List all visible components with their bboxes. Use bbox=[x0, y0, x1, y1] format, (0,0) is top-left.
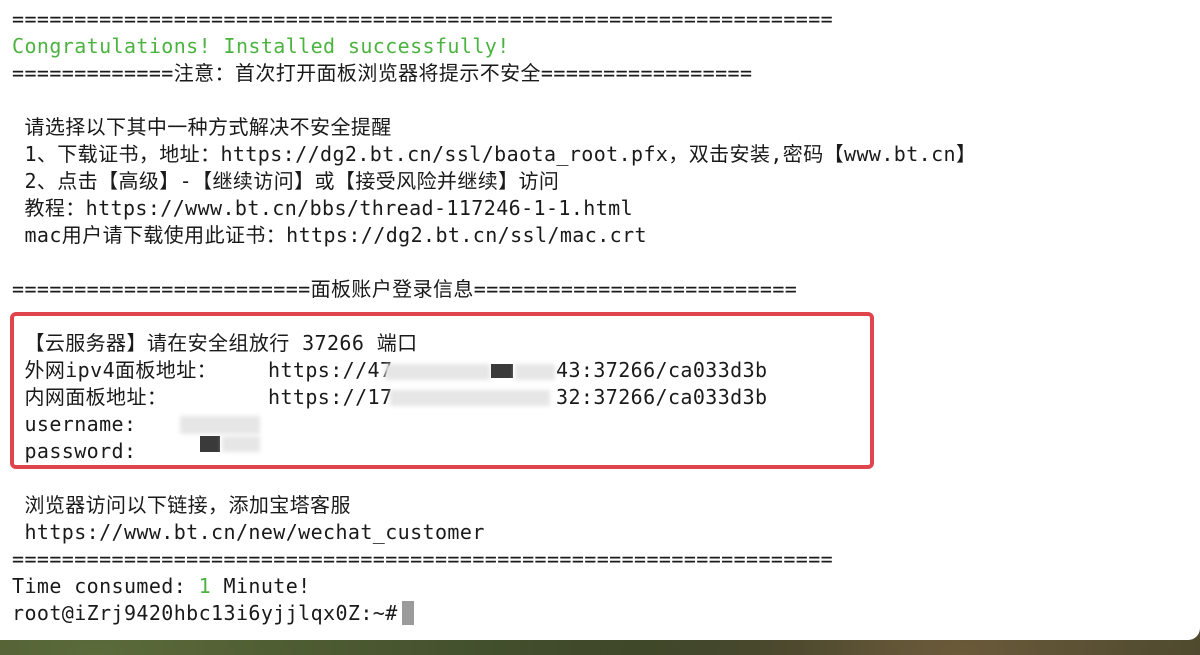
customer-service-notice: 浏览器访问以下链接，添加宝塔客服 bbox=[12, 493, 351, 517]
terminal-window[interactable]: ========================================… bbox=[0, 0, 1200, 640]
time-label: Time consumed: bbox=[12, 574, 199, 598]
redacted-ip bbox=[515, 364, 555, 380]
separator-line: ========================================… bbox=[12, 547, 834, 571]
step-advanced-continue: 2、点击【高级】-【继续访问】或【接受风险并继续】访问 bbox=[12, 169, 560, 193]
text-cursor bbox=[401, 601, 414, 625]
redacted-ip bbox=[385, 364, 490, 380]
success-message: Congratulations! Installed successfully! bbox=[12, 34, 510, 58]
separator-line: ========================================… bbox=[12, 7, 834, 31]
tutorial-link: 教程：https://www.bt.cn/bbs/thread-117246-1… bbox=[12, 196, 634, 220]
mac-cert-link: mac用户请下载使用此证书：https://dg2.bt.cn/ssl/mac.… bbox=[12, 223, 647, 247]
login-info-header: ========================面板账户登录信息========… bbox=[12, 277, 798, 301]
step-download-cert: 1、下载证书，地址：https://dg2.bt.cn/ssl/baota_ro… bbox=[12, 142, 977, 166]
security-warning: =============注意：首次打开面板浏览器将提示不安全=========… bbox=[12, 61, 753, 85]
redacted-password bbox=[222, 436, 260, 452]
redacted-ip bbox=[491, 364, 513, 378]
shell-prompt[interactable]: root@iZrj9420hbc13i6yjjlqx0Z:~# bbox=[12, 600, 414, 626]
redacted-username bbox=[180, 416, 260, 434]
time-unit: Minute! bbox=[211, 574, 311, 598]
prompt-text: root@iZrj9420hbc13i6yjjlqx0Z:~# bbox=[12, 601, 398, 625]
instruction-heading: 请选择以下其中一种方式解决不安全提醒 bbox=[12, 115, 392, 139]
redacted-password bbox=[200, 436, 220, 452]
wechat-customer-link: https://www.bt.cn/new/wechat_customer bbox=[12, 520, 485, 544]
redacted-ip bbox=[390, 390, 550, 406]
time-consumed: Time consumed: 1 Minute! bbox=[12, 573, 311, 599]
time-value: 1 bbox=[198, 574, 212, 598]
